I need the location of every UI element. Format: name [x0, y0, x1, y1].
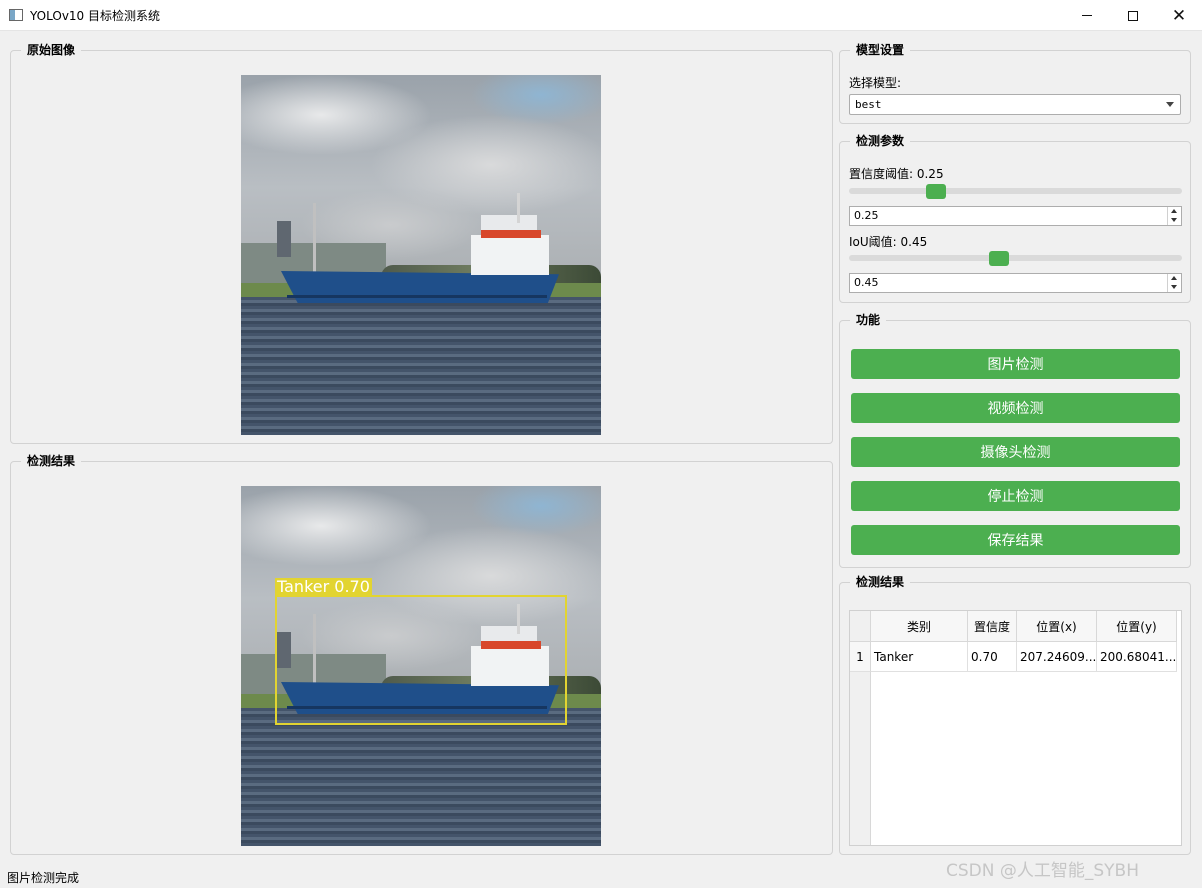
spin-down-icon[interactable]	[1171, 285, 1177, 289]
iou-spinbox[interactable]: 0.45	[849, 273, 1182, 293]
column-header-x[interactable]: 位置(x)	[1017, 611, 1097, 642]
table-cell[interactable]: 0.70	[968, 642, 1017, 672]
column-header-confidence[interactable]: 置信度	[968, 611, 1017, 642]
model-select-value: best	[855, 98, 882, 111]
column-header-y[interactable]: 位置(y)	[1097, 611, 1177, 642]
close-icon: ✕	[1171, 5, 1187, 26]
camera-detect-button[interactable]: 摄像头检测	[851, 437, 1180, 467]
minimize-button[interactable]	[1064, 0, 1110, 31]
spin-down-icon[interactable]	[1171, 218, 1177, 222]
model-settings-title: 模型设置	[850, 43, 911, 57]
model-select[interactable]: best	[849, 94, 1181, 115]
result-image: Tanker 0.70	[241, 486, 601, 846]
title-bar: YOLOv10 目标检测系统 ✕	[0, 0, 1202, 31]
watermark: CSDN @人工智能_SYBH	[946, 861, 1139, 881]
detection-bounding-box	[275, 595, 567, 725]
iou-label: IoU阈值: 0.45	[849, 235, 928, 249]
table-cell[interactable]: 200.68041...	[1097, 642, 1177, 672]
confidence-spinbox[interactable]: 0.25	[849, 206, 1182, 226]
spin-up-icon[interactable]	[1171, 209, 1177, 213]
stop-detect-button[interactable]: 停止检测	[851, 481, 1180, 511]
status-text: 图片检测完成	[7, 871, 80, 885]
iou-slider-handle[interactable]	[988, 251, 1009, 266]
result-image-title: 检测结果	[21, 454, 82, 468]
iou-slider[interactable]	[849, 255, 1182, 261]
table-corner[interactable]	[850, 611, 871, 642]
original-image	[241, 75, 601, 435]
row-header[interactable]: 1	[850, 642, 871, 672]
original-image-title: 原始图像	[21, 43, 82, 57]
app-icon	[9, 9, 23, 21]
model-select-label: 选择模型:	[849, 76, 902, 90]
minimize-icon	[1082, 15, 1092, 16]
confidence-spinbox-buttons[interactable]	[1167, 207, 1181, 225]
iou-spinbox-buttons[interactable]	[1167, 274, 1181, 292]
image-detect-button[interactable]: 图片检测	[851, 349, 1180, 379]
maximize-icon	[1128, 10, 1138, 21]
table-cell[interactable]: Tanker	[871, 642, 968, 672]
confidence-slider-handle[interactable]	[926, 184, 947, 199]
results-title: 检测结果	[850, 575, 911, 589]
save-result-button[interactable]: 保存结果	[851, 525, 1180, 555]
confidence-slider[interactable]	[849, 188, 1182, 194]
confidence-label: 置信度阈值: 0.25	[849, 167, 944, 181]
window-title: YOLOv10 目标检测系统	[30, 9, 161, 23]
detection-label: Tanker 0.70	[275, 577, 372, 596]
maximize-button[interactable]	[1110, 0, 1156, 31]
video-detect-button[interactable]: 视频检测	[851, 393, 1180, 423]
functions-title: 功能	[850, 313, 887, 327]
confidence-spinbox-value: 0.25	[854, 209, 879, 222]
close-button[interactable]: ✕	[1156, 0, 1202, 31]
iou-spinbox-value: 0.45	[854, 276, 879, 289]
spin-up-icon[interactable]	[1171, 276, 1177, 280]
chevron-down-icon	[1166, 102, 1174, 107]
column-header-class[interactable]: 类别	[871, 611, 968, 642]
table-cell[interactable]: 207.24609...	[1017, 642, 1097, 672]
detection-params-title: 检测参数	[850, 134, 911, 148]
results-table[interactable]: 类别 置信度 位置(x) 位置(y) 1 Tanker 0.70 207.246…	[849, 610, 1182, 846]
